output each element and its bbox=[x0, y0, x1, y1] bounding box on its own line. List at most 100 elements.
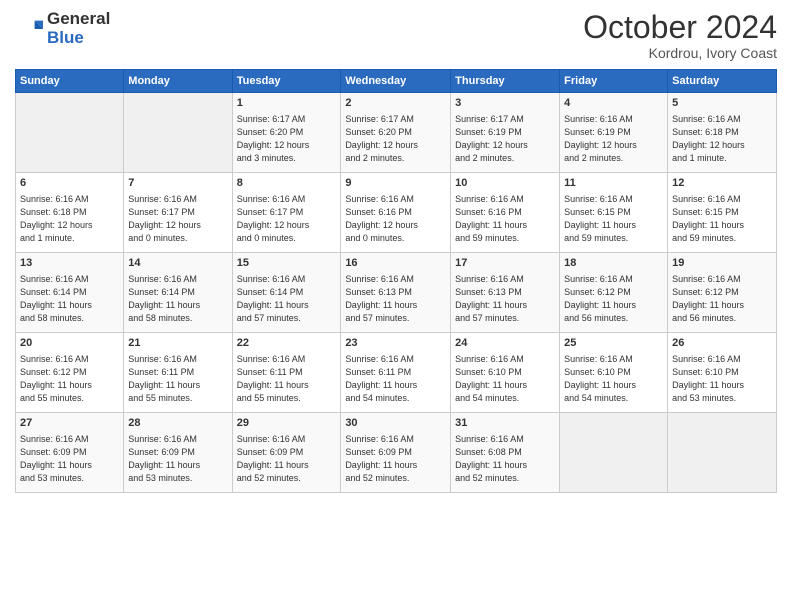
calendar-day-cell: 10 Sunrise: 6:16 AM Sunset: 6:16 PM Dayli… bbox=[451, 173, 560, 253]
calendar-day-cell: 1 Sunrise: 6:17 AM Sunset: 6:20 PM Daylig… bbox=[232, 93, 341, 173]
calendar-day-cell: 19 Sunrise: 6:16 AM Sunset: 6:12 PM Dayli… bbox=[668, 253, 777, 333]
calendar-day-cell bbox=[668, 413, 777, 493]
calendar-week-row: 27 Sunrise: 6:16 AM Sunset: 6:09 PM Dayli… bbox=[16, 413, 777, 493]
day-info: Sunrise: 6:16 AM Sunset: 6:12 PM Dayligh… bbox=[672, 273, 772, 325]
day-info: Sunrise: 6:16 AM Sunset: 6:19 PM Dayligh… bbox=[564, 113, 663, 165]
logo-text-line1: General bbox=[47, 10, 110, 29]
calendar-day-cell: 15 Sunrise: 6:16 AM Sunset: 6:14 PM Dayli… bbox=[232, 253, 341, 333]
weekday-header: Saturday bbox=[668, 70, 777, 93]
calendar-week-row: 1 Sunrise: 6:17 AM Sunset: 6:20 PM Daylig… bbox=[16, 93, 777, 173]
calendar-day-cell: 27 Sunrise: 6:16 AM Sunset: 6:09 PM Dayli… bbox=[16, 413, 124, 493]
day-number: 8 bbox=[237, 176, 337, 191]
calendar-day-cell bbox=[16, 93, 124, 173]
day-info: Sunrise: 6:16 AM Sunset: 6:09 PM Dayligh… bbox=[237, 433, 337, 485]
calendar-day-cell: 8 Sunrise: 6:16 AM Sunset: 6:17 PM Daylig… bbox=[232, 173, 341, 253]
day-info: Sunrise: 6:16 AM Sunset: 6:14 PM Dayligh… bbox=[20, 273, 119, 325]
weekday-header: Monday bbox=[124, 70, 232, 93]
day-number: 19 bbox=[672, 256, 772, 271]
logo-icon bbox=[15, 15, 43, 43]
location: Kordrou, Ivory Coast bbox=[583, 45, 777, 61]
day-info: Sunrise: 6:16 AM Sunset: 6:16 PM Dayligh… bbox=[345, 193, 446, 245]
day-info: Sunrise: 6:16 AM Sunset: 6:09 PM Dayligh… bbox=[20, 433, 119, 485]
logo-text-line2: Blue bbox=[47, 29, 110, 48]
calendar-day-cell: 6Sunrise: 6:16 AM Sunset: 6:18 PM Daylig… bbox=[16, 173, 124, 253]
day-info: Sunrise: 6:17 AM Sunset: 6:19 PM Dayligh… bbox=[455, 113, 555, 165]
day-info: Sunrise: 6:16 AM Sunset: 6:14 PM Dayligh… bbox=[237, 273, 337, 325]
calendar-day-cell: 23 Sunrise: 6:16 AM Sunset: 6:11 PM Dayli… bbox=[341, 333, 451, 413]
calendar-day-cell bbox=[560, 413, 668, 493]
weekday-header: Friday bbox=[560, 70, 668, 93]
calendar-header-row: SundayMondayTuesdayWednesdayThursdayFrid… bbox=[16, 70, 777, 93]
day-number: 13 bbox=[20, 256, 119, 271]
day-number: 26 bbox=[672, 336, 772, 351]
day-number: 6 bbox=[20, 176, 119, 191]
calendar-day-cell: 2Sunrise: 6:17 AM Sunset: 6:20 PM Daylig… bbox=[341, 93, 451, 173]
day-info: Sunrise: 6:16 AM Sunset: 6:11 PM Dayligh… bbox=[345, 353, 446, 405]
day-info: Sunrise: 6:16 AM Sunset: 6:09 PM Dayligh… bbox=[128, 433, 227, 485]
calendar-day-cell: 26 Sunrise: 6:16 AM Sunset: 6:10 PM Dayli… bbox=[668, 333, 777, 413]
calendar-day-cell: 25 Sunrise: 6:16 AM Sunset: 6:10 PM Dayli… bbox=[560, 333, 668, 413]
day-info: Sunrise: 6:16 AM Sunset: 6:17 PM Dayligh… bbox=[128, 193, 227, 245]
day-number: 1 bbox=[237, 96, 337, 111]
day-info: Sunrise: 6:16 AM Sunset: 6:08 PM Dayligh… bbox=[455, 433, 555, 485]
day-info: Sunrise: 6:16 AM Sunset: 6:11 PM Dayligh… bbox=[237, 353, 337, 405]
day-number: 25 bbox=[564, 336, 663, 351]
day-number: 16 bbox=[345, 256, 446, 271]
calendar-day-cell: 12Sunrise: 6:16 AM Sunset: 6:15 PM Dayli… bbox=[668, 173, 777, 253]
calendar-day-cell: 18Sunrise: 6:16 AM Sunset: 6:12 PM Dayli… bbox=[560, 253, 668, 333]
day-number: 7 bbox=[128, 176, 227, 191]
day-info: Sunrise: 6:16 AM Sunset: 6:14 PM Dayligh… bbox=[128, 273, 227, 325]
day-number: 18 bbox=[564, 256, 663, 271]
calendar-week-row: 20 Sunrise: 6:16 AM Sunset: 6:12 PM Dayli… bbox=[16, 333, 777, 413]
calendar-day-cell: 17Sunrise: 6:16 AM Sunset: 6:13 PM Dayli… bbox=[451, 253, 560, 333]
day-number: 5 bbox=[672, 96, 772, 111]
day-info: Sunrise: 6:16 AM Sunset: 6:16 PM Dayligh… bbox=[455, 193, 555, 245]
calendar-day-cell: 29 Sunrise: 6:16 AM Sunset: 6:09 PM Dayli… bbox=[232, 413, 341, 493]
calendar-day-cell: 9 Sunrise: 6:16 AM Sunset: 6:16 PM Daylig… bbox=[341, 173, 451, 253]
calendar-day-cell: 4 Sunrise: 6:16 AM Sunset: 6:19 PM Daylig… bbox=[560, 93, 668, 173]
day-number: 4 bbox=[564, 96, 663, 111]
calendar-day-cell: 11Sunrise: 6:16 AM Sunset: 6:15 PM Dayli… bbox=[560, 173, 668, 253]
day-number: 9 bbox=[345, 176, 446, 191]
day-number: 3 bbox=[455, 96, 555, 111]
calendar-day-cell: 21Sunrise: 6:16 AM Sunset: 6:11 PM Dayli… bbox=[124, 333, 232, 413]
calendar-day-cell: 20 Sunrise: 6:16 AM Sunset: 6:12 PM Dayli… bbox=[16, 333, 124, 413]
weekday-header: Thursday bbox=[451, 70, 560, 93]
header: General Blue October 2024 Kordrou, Ivory… bbox=[15, 10, 777, 61]
day-info: Sunrise: 6:16 AM Sunset: 6:09 PM Dayligh… bbox=[345, 433, 446, 485]
calendar-day-cell: 3 Sunrise: 6:17 AM Sunset: 6:19 PM Daylig… bbox=[451, 93, 560, 173]
day-info: Sunrise: 6:16 AM Sunset: 6:13 PM Dayligh… bbox=[455, 273, 555, 325]
day-number: 10 bbox=[455, 176, 555, 191]
calendar-day-cell: 7 Sunrise: 6:16 AM Sunset: 6:17 PM Daylig… bbox=[124, 173, 232, 253]
calendar-day-cell: 13 Sunrise: 6:16 AM Sunset: 6:14 PM Dayli… bbox=[16, 253, 124, 333]
day-info: Sunrise: 6:16 AM Sunset: 6:12 PM Dayligh… bbox=[20, 353, 119, 405]
day-number: 11 bbox=[564, 176, 663, 191]
calendar: SundayMondayTuesdayWednesdayThursdayFrid… bbox=[15, 69, 777, 493]
day-info: Sunrise: 6:16 AM Sunset: 6:17 PM Dayligh… bbox=[237, 193, 337, 245]
day-number: 21 bbox=[128, 336, 227, 351]
logo: General Blue bbox=[15, 10, 110, 47]
calendar-day-cell: 30Sunrise: 6:16 AM Sunset: 6:09 PM Dayli… bbox=[341, 413, 451, 493]
day-number: 23 bbox=[345, 336, 446, 351]
calendar-day-cell: 31Sunrise: 6:16 AM Sunset: 6:08 PM Dayli… bbox=[451, 413, 560, 493]
day-number: 2 bbox=[345, 96, 446, 111]
weekday-header: Sunday bbox=[16, 70, 124, 93]
day-number: 15 bbox=[237, 256, 337, 271]
calendar-day-cell: 16Sunrise: 6:16 AM Sunset: 6:13 PM Dayli… bbox=[341, 253, 451, 333]
day-info: Sunrise: 6:16 AM Sunset: 6:10 PM Dayligh… bbox=[455, 353, 555, 405]
month-title: October 2024 bbox=[583, 10, 777, 45]
calendar-week-row: 6Sunrise: 6:16 AM Sunset: 6:18 PM Daylig… bbox=[16, 173, 777, 253]
calendar-day-cell bbox=[124, 93, 232, 173]
weekday-header: Tuesday bbox=[232, 70, 341, 93]
day-number: 27 bbox=[20, 416, 119, 431]
day-number: 29 bbox=[237, 416, 337, 431]
day-number: 20 bbox=[20, 336, 119, 351]
day-info: Sunrise: 6:16 AM Sunset: 6:10 PM Dayligh… bbox=[672, 353, 772, 405]
day-info: Sunrise: 6:16 AM Sunset: 6:10 PM Dayligh… bbox=[564, 353, 663, 405]
page: General Blue October 2024 Kordrou, Ivory… bbox=[0, 0, 792, 612]
calendar-day-cell: 28 Sunrise: 6:16 AM Sunset: 6:09 PM Dayli… bbox=[124, 413, 232, 493]
calendar-day-cell: 24Sunrise: 6:16 AM Sunset: 6:10 PM Dayli… bbox=[451, 333, 560, 413]
day-number: 28 bbox=[128, 416, 227, 431]
day-info: Sunrise: 6:17 AM Sunset: 6:20 PM Dayligh… bbox=[237, 113, 337, 165]
day-number: 12 bbox=[672, 176, 772, 191]
